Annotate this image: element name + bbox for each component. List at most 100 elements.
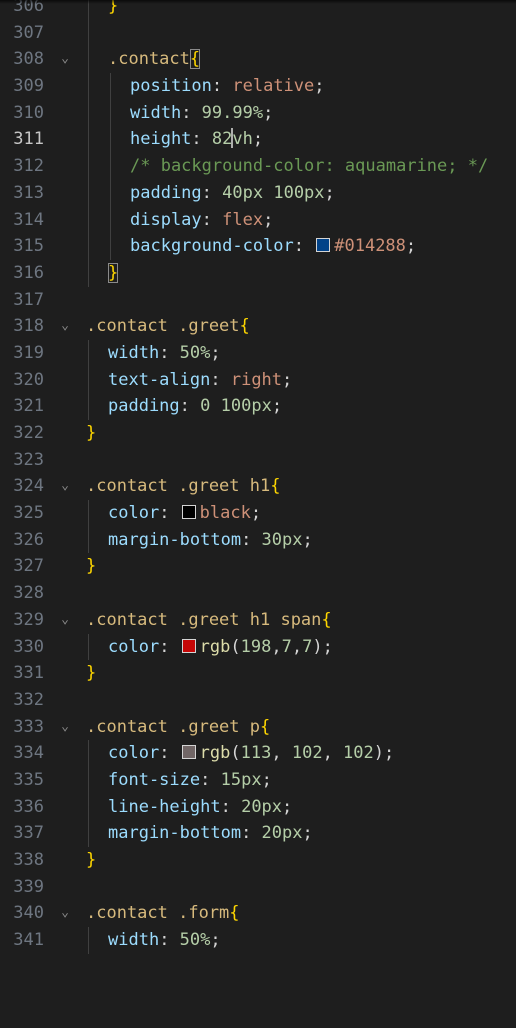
code-line[interactable]: 313 padding: 40px 100px; (0, 179, 516, 207)
code-line[interactable]: 317 (0, 287, 516, 314)
code-line[interactable]: 334 color: rgb(113, 102, 102); (0, 740, 516, 767)
code-token: /* background-color: aquamarine; */ (130, 156, 489, 177)
fold-chevron-icon[interactable]: ⌄ (56, 714, 74, 741)
code-token: flex (222, 209, 264, 230)
indent-guide (88, 393, 89, 420)
code-line[interactable]: 335 font-size: 15px; (0, 766, 516, 794)
code-token: .contact .greet (86, 316, 240, 337)
code-line[interactable]: 331} (0, 660, 516, 687)
code-line[interactable]: 319 width: 50%; (0, 339, 516, 367)
line-number: 325 (13, 503, 44, 524)
code-line[interactable]: 330 color: rgb(198,7,7); (0, 633, 516, 661)
fold-chevron-icon[interactable]: ⌄ (56, 313, 74, 340)
editor-lines[interactable]: 306} 307 308 ⌄ .contact{309 position: relativ… (0, 0, 516, 954)
code-line[interactable]: 332 (0, 687, 516, 714)
code-line[interactable]: 318 ⌄ .contact .greet{ (0, 313, 516, 340)
line-number: 341 (13, 930, 44, 951)
code-token: { (229, 903, 240, 924)
code-line[interactable]: 333 ⌄ .contact .greet p{ (0, 714, 516, 741)
code-editor[interactable]: 306} 307 308 ⌄ .contact{309 position: relativ… (0, 0, 516, 1028)
code-line[interactable]: 321 padding: 0 100px; (0, 393, 516, 420)
fold-chevron-icon[interactable]: ⌄ (56, 900, 74, 927)
code-line[interactable]: 309 position: relative; (0, 73, 516, 100)
code-token: line-height (108, 796, 221, 817)
code-line[interactable]: 322} (0, 420, 516, 447)
color-swatch-icon[interactable] (181, 745, 196, 760)
code-token: 0 (200, 396, 211, 417)
code-text: padding: 0 100px; (108, 393, 282, 420)
code-token: ; (263, 102, 274, 123)
indent-guide (110, 73, 111, 100)
indent-guide (88, 793, 89, 821)
code-line[interactable]: 316} (0, 259, 516, 287)
line-number: 326 (13, 529, 44, 550)
code-text: .contact .form{ (86, 900, 240, 927)
code-token: background-color (130, 236, 294, 257)
code-line[interactable]: 326 margin-bottom: 30px; (0, 526, 516, 554)
code-token: ( (230, 636, 241, 657)
color-swatch-icon[interactable] (181, 505, 196, 520)
line-number: 312 (13, 156, 44, 177)
indent-guide (88, 766, 89, 794)
indent-guide (88, 366, 89, 394)
code-line[interactable]: 310 width: 99.99%; (0, 99, 516, 127)
code-token: 20px (241, 796, 283, 817)
indent-guide (88, 153, 89, 180)
indent-guide (88, 233, 89, 260)
code-token: ); (373, 743, 395, 764)
code-line[interactable]: 329 ⌄ .contact .greet h1 span{ (0, 607, 516, 634)
line-number: 329 (13, 609, 44, 630)
color-swatch-icon[interactable] (316, 238, 331, 253)
code-line[interactable]: 308 ⌄ .contact{ (0, 46, 516, 74)
code-token: : (241, 823, 262, 844)
code-token: : (191, 129, 212, 150)
color-swatch-icon[interactable] (181, 638, 196, 653)
code-line[interactable]: 325 color: black; (0, 500, 516, 527)
code-line[interactable]: 328 (0, 580, 516, 607)
code-line[interactable]: 307 (0, 19, 516, 47)
code-token: ; (282, 369, 293, 390)
line-number: 328 (13, 583, 44, 604)
code-line[interactable]: 336 line-height: 20px; (0, 793, 516, 821)
code-line[interactable]: 341 width: 50%; (0, 927, 516, 954)
fold-chevron-icon[interactable]: ⌄ (56, 607, 74, 634)
line-number: 317 (13, 289, 44, 310)
code-token: ; (261, 769, 272, 790)
indent-guide (88, 339, 89, 367)
code-line[interactable]: 324 ⌄ .contact .greet h1{ (0, 473, 516, 500)
code-token: : (220, 796, 242, 817)
code-text: display: flex; (130, 207, 273, 234)
code-token: : (179, 396, 201, 417)
code-token: : (159, 636, 180, 657)
code-text: position: relative; (130, 73, 325, 100)
code-line[interactable]: 311 height: 82vh; (0, 126, 516, 154)
code-token: .contact .greet p (86, 716, 260, 737)
code-token: } (86, 850, 97, 870)
code-line[interactable]: 337 margin-bottom: 20px; (0, 820, 516, 847)
code-line[interactable]: 320 text-align: right; (0, 366, 516, 394)
code-token: width (108, 342, 160, 363)
indent-guide (88, 820, 89, 847)
code-token: } (86, 556, 97, 577)
fold-chevron-icon[interactable]: ⌄ (56, 473, 74, 500)
code-line[interactable]: 312 /* background-color: aquamarine; */ (0, 153, 516, 180)
code-line[interactable]: 338} (0, 847, 516, 874)
line-number: 338 (13, 850, 44, 870)
indent-guide (88, 73, 89, 100)
line-number: 333 (13, 716, 44, 737)
code-line[interactable]: 339 (0, 874, 516, 901)
code-line[interactable]: 327} (0, 553, 516, 580)
code-line[interactable]: 323 (0, 447, 516, 474)
code-token: ; (314, 76, 325, 97)
code-line[interactable]: 315 background-color: #014288; (0, 233, 516, 260)
code-token: ; (271, 396, 283, 417)
code-text: font-size: 15px; (108, 767, 272, 794)
line-number: 340 (13, 903, 44, 924)
code-line[interactable]: 314 display: flex; (0, 206, 516, 234)
code-line[interactable]: 340 ⌄ .contact .form{ (0, 900, 516, 927)
fold-chevron-icon[interactable]: ⌄ (56, 46, 74, 73)
code-token: .contact .greet h1 (86, 476, 271, 497)
code-token: 113 (240, 743, 272, 764)
code-token: 40px (222, 182, 264, 203)
